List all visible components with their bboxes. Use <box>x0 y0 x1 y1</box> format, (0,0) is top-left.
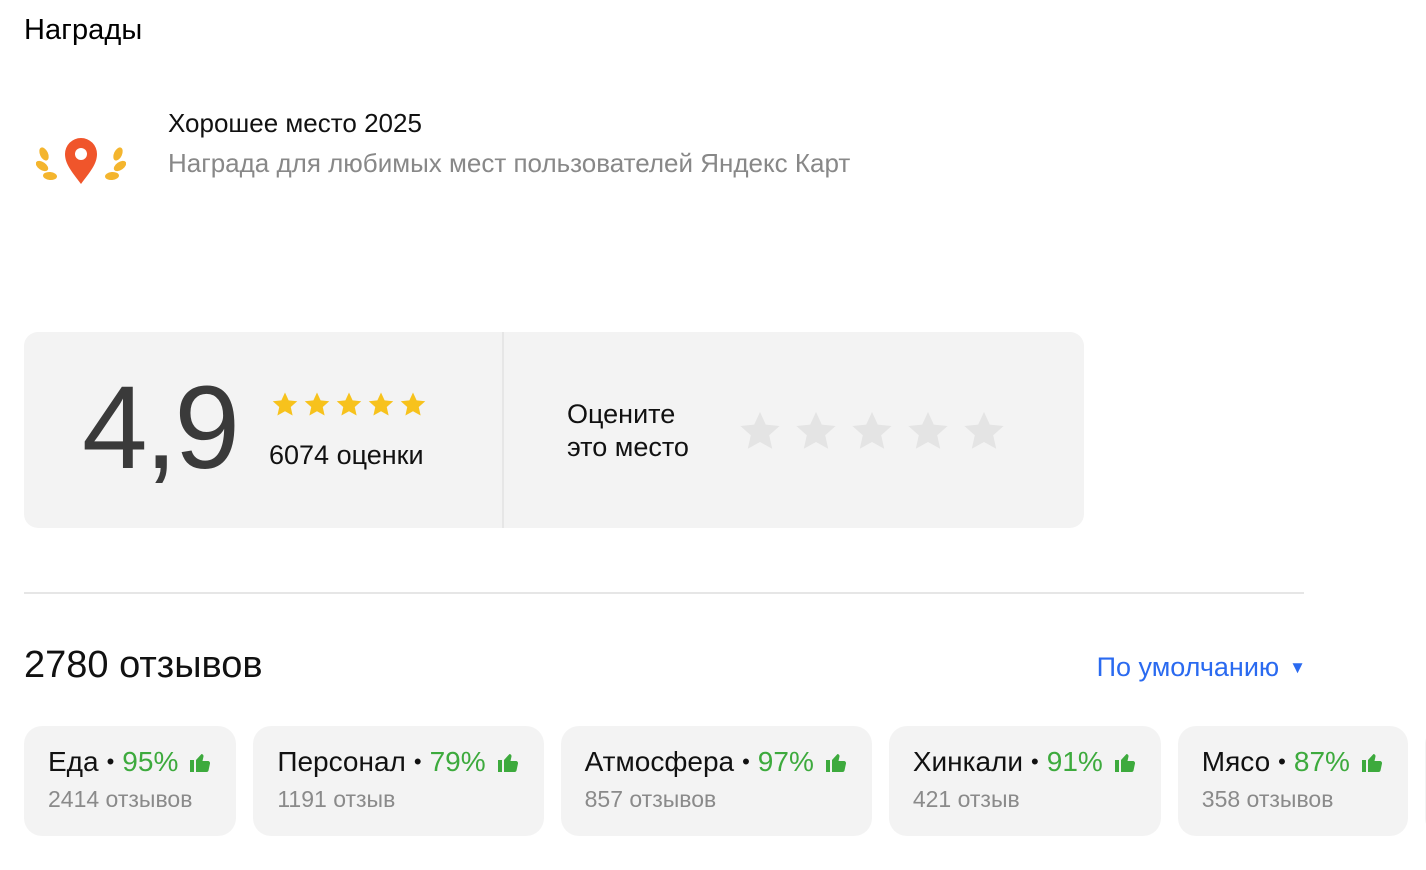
reviews-count: 2780 отзывов <box>24 644 263 686</box>
review-tag-atmosphere[interactable]: Атмосфера • 97% 857 отзывов <box>560 726 872 836</box>
star-filled-icon <box>336 392 362 416</box>
rate-star-1-button[interactable] <box>736 408 784 461</box>
page: Награды Хорошее место 2025 Награда для л… <box>0 0 1426 870</box>
rate-prompt-line1: Оцените <box>567 399 676 429</box>
rate-star-2-button[interactable] <box>792 408 840 461</box>
award-subtitle: Награда для любимых мест пользователей Я… <box>168 148 851 178</box>
star-empty-icon <box>908 412 948 449</box>
tag-separator: • <box>413 749 422 774</box>
rate-star-5-button[interactable] <box>960 408 1008 461</box>
triangle-down-icon: ▼ <box>1289 657 1306 677</box>
tag-separator: • <box>106 749 115 774</box>
tag-percent: 87% <box>1293 746 1350 777</box>
tag-name: Хинкали <box>912 746 1024 777</box>
review-tag-staff[interactable]: Персонал • 79% 1191 отзыв <box>253 726 544 836</box>
tag-count: 358 отзывов <box>1201 786 1334 812</box>
star-filled-icon <box>272 392 298 416</box>
star-empty-icon <box>796 412 836 449</box>
review-tag-khinkali[interactable]: Хинкали • 91% 421 отзыв <box>888 726 1161 836</box>
thumbs-up-icon <box>825 754 846 772</box>
rating-divider <box>502 332 504 528</box>
review-tags: Еда • 95% 2414 отзывов Персонал • 79% 11… <box>24 726 1426 836</box>
star-empty-icon <box>852 412 892 449</box>
rate-star-4-button[interactable] <box>904 408 952 461</box>
thumbs-up-icon <box>497 754 518 772</box>
tag-count: 1191 отзыв <box>277 786 396 812</box>
award-title: Хорошее место 2025 <box>168 108 422 138</box>
star-filled-icon <box>304 392 330 416</box>
review-tag-food[interactable]: Еда • 95% 2414 отзывов <box>24 726 237 836</box>
tag-count: 857 отзывов <box>584 786 717 812</box>
star-filled-icon <box>400 392 426 416</box>
rate-prompt: Оцените это место <box>567 398 747 464</box>
thumbs-up-icon <box>1114 754 1135 772</box>
rating-stars <box>270 390 428 420</box>
rate-prompt-line2: это место <box>567 432 689 462</box>
rate-stars <box>736 408 1008 461</box>
tag-separator: • <box>742 749 750 774</box>
review-tag-meat[interactable]: Мясо • 87% 358 отзывов <box>1177 726 1408 836</box>
tag-separator: • <box>1031 749 1039 774</box>
tag-count: 2414 отзывов <box>48 786 193 812</box>
rating-value: 4,9 <box>82 362 240 494</box>
thumbs-up-icon <box>1361 754 1382 772</box>
star-empty-icon <box>964 412 1004 449</box>
tag-name: Атмосфера <box>584 746 735 777</box>
tag-percent: 91% <box>1046 746 1103 777</box>
sort-dropdown[interactable]: По умолчанию ▼ <box>1097 652 1306 683</box>
award-item: Хорошее место 2025 Награда для любимых м… <box>30 100 1030 210</box>
awards-heading: Награды <box>24 14 143 46</box>
rate-star-3-button[interactable] <box>848 408 896 461</box>
tag-percent: 79% <box>429 746 486 777</box>
tag-name: Мясо <box>1201 746 1271 777</box>
tag-percent: 95% <box>122 746 179 777</box>
star-empty-icon <box>740 412 780 449</box>
rating-count: 6074 оценки <box>269 440 424 470</box>
tag-count: 421 отзыв <box>912 786 1020 812</box>
star-filled-icon <box>368 392 394 416</box>
tag-percent: 97% <box>757 746 814 777</box>
tag-name: Персонал <box>277 746 406 777</box>
tag-name: Еда <box>48 746 99 777</box>
sort-label: По умолчанию <box>1096 652 1280 682</box>
tag-separator: • <box>1278 749 1286 774</box>
thumbs-up-icon <box>190 754 211 772</box>
rating-card: 4,9 6074 оценки Оцените это место <box>24 332 1084 528</box>
section-divider <box>24 592 1304 594</box>
award-laurel-pin-icon <box>36 138 126 184</box>
